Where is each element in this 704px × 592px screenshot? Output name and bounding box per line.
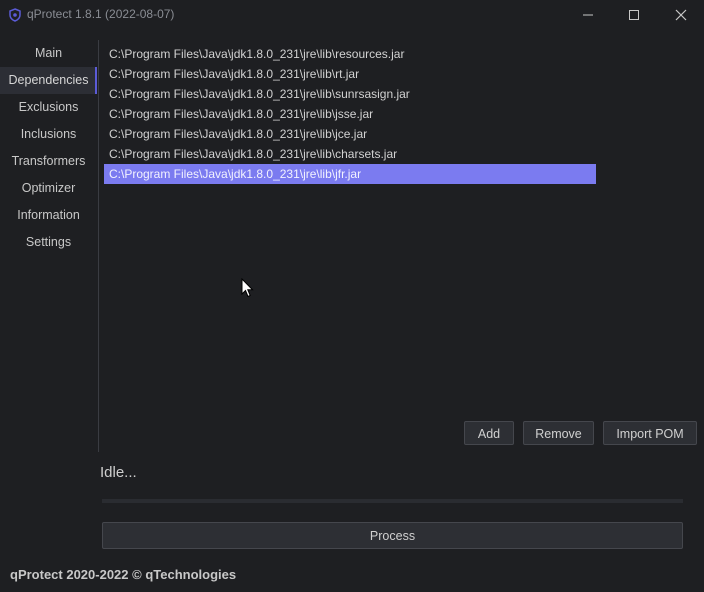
close-button[interactable] xyxy=(658,0,704,30)
status-text: Idle... xyxy=(100,464,137,481)
sidebar-item-main[interactable]: Main xyxy=(0,40,97,67)
sidebar: Main Dependencies Exclusions Inclusions … xyxy=(0,40,97,256)
footer-copyright: qProtect 2020-2022 © qTechnologies xyxy=(10,567,237,582)
list-item[interactable]: C:\Program Files\Java\jdk1.8.0_231\jre\l… xyxy=(104,64,596,84)
process-button[interactable]: Process xyxy=(102,522,683,549)
list-item[interactable]: C:\Program Files\Java\jdk1.8.0_231\jre\l… xyxy=(104,124,596,144)
list-item[interactable]: C:\Program Files\Java\jdk1.8.0_231\jre\l… xyxy=(104,84,596,104)
minimize-icon xyxy=(583,14,593,16)
sidebar-item-exclusions[interactable]: Exclusions xyxy=(0,94,97,121)
maximize-button[interactable] xyxy=(611,0,657,30)
title-bar: qProtect 1.8.1 (2022-08-07) xyxy=(0,0,704,30)
sidebar-item-settings[interactable]: Settings xyxy=(0,229,97,256)
maximize-icon xyxy=(629,10,639,20)
progress-bar xyxy=(102,499,683,503)
close-icon xyxy=(675,9,687,21)
sidebar-item-inclusions[interactable]: Inclusions xyxy=(0,121,97,148)
list-item[interactable]: C:\Program Files\Java\jdk1.8.0_231\jre\l… xyxy=(104,164,596,184)
window-title: qProtect 1.8.1 (2022-08-07) xyxy=(27,7,175,21)
sidebar-item-dependencies[interactable]: Dependencies xyxy=(0,67,97,94)
add-button[interactable]: Add xyxy=(464,421,514,445)
minimize-button[interactable] xyxy=(565,0,611,30)
mouse-cursor-icon xyxy=(241,278,254,298)
sidebar-item-information[interactable]: Information xyxy=(0,202,97,229)
remove-button[interactable]: Remove xyxy=(523,421,594,445)
sidebar-item-optimizer[interactable]: Optimizer xyxy=(0,175,97,202)
dependency-list[interactable]: C:\Program Files\Java\jdk1.8.0_231\jre\l… xyxy=(104,44,596,184)
shield-icon xyxy=(9,8,21,22)
sidebar-item-transformers[interactable]: Transformers xyxy=(0,148,97,175)
list-item[interactable]: C:\Program Files\Java\jdk1.8.0_231\jre\l… xyxy=(104,104,596,124)
list-item[interactable]: C:\Program Files\Java\jdk1.8.0_231\jre\l… xyxy=(104,44,596,64)
sidebar-divider xyxy=(98,40,99,452)
list-item[interactable]: C:\Program Files\Java\jdk1.8.0_231\jre\l… xyxy=(104,144,596,164)
import-pom-button[interactable]: Import POM xyxy=(603,421,697,445)
